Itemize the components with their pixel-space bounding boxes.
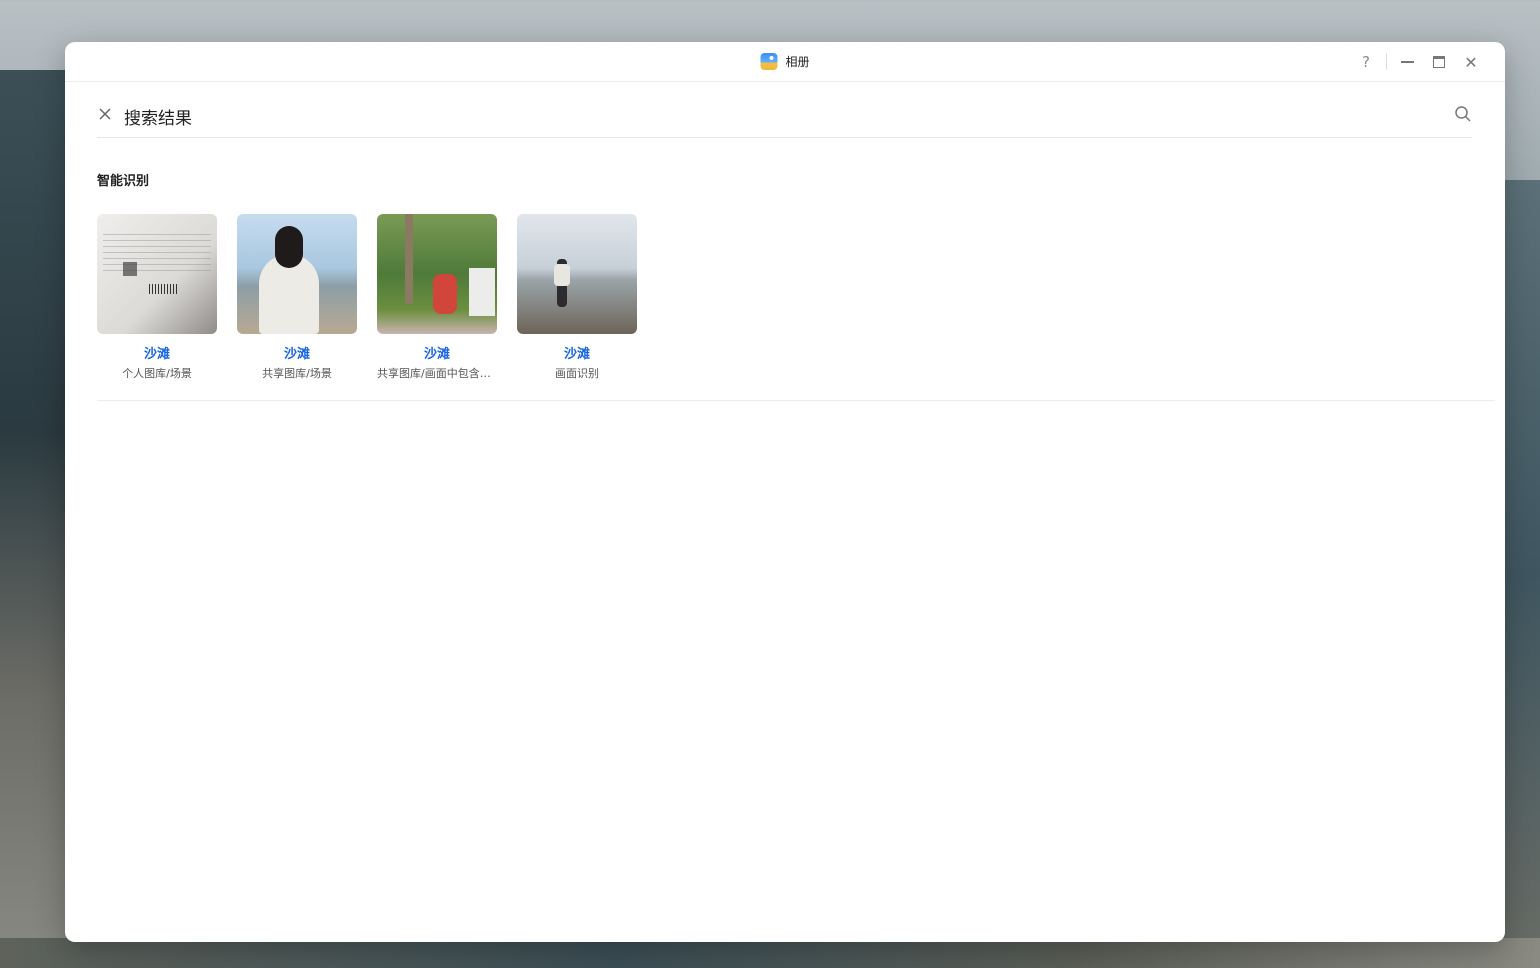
close-window-button[interactable]: ✕	[1455, 50, 1487, 74]
desktop-background-bottom	[0, 938, 1540, 968]
result-thumbnail[interactable]	[237, 214, 357, 334]
minimize-button[interactable]	[1391, 50, 1423, 74]
result-thumbnail[interactable]	[97, 214, 217, 334]
close-icon	[99, 108, 111, 120]
close-search-button[interactable]	[97, 106, 113, 122]
search-results-header: 搜索结果	[97, 100, 1472, 138]
desktop-background-right	[1500, 180, 1540, 968]
help-button[interactable]: ?	[1350, 50, 1382, 74]
result-category: 共享图库/场景	[262, 367, 332, 380]
result-label[interactable]: 沙滩	[377, 343, 497, 362]
photos-app-icon	[760, 53, 778, 70]
controls-separator	[1386, 54, 1387, 70]
result-thumbnail[interactable]	[517, 214, 637, 334]
result-label[interactable]: 沙滩	[517, 343, 637, 362]
result-card[interactable]: 沙滩 个人图库/场景	[97, 214, 217, 381]
result-label[interactable]: 沙滩	[97, 343, 217, 362]
result-category: 画面识别	[555, 367, 599, 380]
desktop-background-left	[0, 70, 70, 968]
result-card[interactable]: 沙滩 共享图库/场景	[237, 214, 357, 381]
result-card[interactable]: 沙滩 画面识别	[517, 214, 637, 381]
title-bar[interactable]: 相册 ? ✕	[65, 42, 1505, 82]
close-icon: ✕	[1464, 52, 1478, 72]
help-icon: ?	[1362, 53, 1370, 71]
maximize-icon	[1433, 56, 1445, 68]
window-controls: ? ✕	[1350, 50, 1487, 74]
maximize-button[interactable]	[1423, 50, 1455, 74]
window-title-group: 相册	[760, 53, 810, 70]
photos-window: 相册 ? ✕ 搜索结果 智能识别 沙滩 个人图库/场景 沙滩 共享图库/场景 沙…	[65, 42, 1505, 942]
section-title: 智能识别	[97, 174, 150, 189]
search-button[interactable]	[1454, 105, 1472, 123]
result-label[interactable]: 沙滩	[237, 343, 357, 362]
results-grid: 沙滩 个人图库/场景 沙滩 共享图库/场景 沙滩 共享图库/画面中包含沙滩 沙滩…	[97, 214, 637, 381]
result-category: 个人图库/场景	[122, 367, 192, 380]
minimize-icon	[1400, 61, 1414, 63]
window-title: 相册	[785, 55, 810, 69]
section-divider	[97, 400, 1495, 401]
page-title: 搜索结果	[124, 109, 192, 129]
result-category: 共享图库/画面中包含沙滩	[377, 367, 497, 380]
result-thumbnail[interactable]	[377, 214, 497, 334]
search-icon	[1455, 106, 1471, 122]
result-card[interactable]: 沙滩 共享图库/画面中包含沙滩	[377, 214, 497, 381]
